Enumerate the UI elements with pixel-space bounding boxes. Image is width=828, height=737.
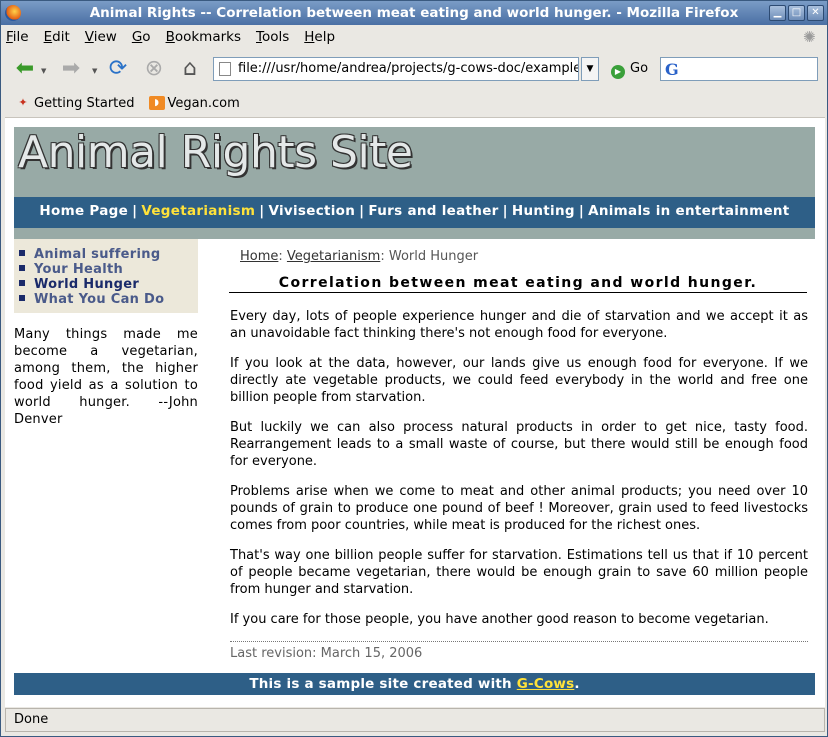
paragraph: If you look at the data, however, our la…	[230, 356, 808, 405]
back-dropdown-icon[interactable]: ▼	[41, 67, 46, 75]
breadcrumb-current: World Hunger	[388, 249, 479, 264]
side-item-animal-suffering[interactable]: Animal suffering	[19, 247, 198, 262]
go-button[interactable]: ▶ Go	[611, 57, 648, 81]
page-icon	[219, 62, 231, 76]
site-title: Animal Rights Site	[18, 127, 413, 178]
side-item-what-you-can-do[interactable]: What You Can Do	[19, 292, 198, 307]
maximize-button[interactable]: □	[788, 5, 805, 21]
menu-tools[interactable]: Tools	[256, 29, 289, 45]
google-logo-icon: G	[665, 60, 679, 79]
nav-furs-and-leather[interactable]: Furs and leather	[368, 203, 498, 219]
breadcrumb: Home: Vegetarianism: World Hunger	[240, 249, 479, 264]
close-button[interactable]: ✕	[807, 5, 824, 21]
rss-feed-icon: ◗	[148, 96, 165, 110]
paragraph: But luckily we can also process natural …	[230, 420, 808, 469]
paragraph: If you care for those people, you have a…	[230, 612, 769, 627]
breadcrumb-home[interactable]: Home	[240, 249, 278, 264]
forward-dropdown-icon[interactable]: ▼	[92, 67, 97, 75]
site-footer: This is a sample site created with G-Cow…	[14, 673, 815, 695]
browser-window: Animal Rights -- Correlation between mea…	[0, 0, 828, 737]
menu-file[interactable]: File	[6, 29, 29, 45]
go-icon: ▶	[611, 65, 625, 79]
nav-animals-in-entertainment[interactable]: Animals in entertainment	[588, 203, 790, 219]
paragraph: Every day, lots of people experience hun…	[230, 309, 808, 341]
url-text: file:///usr/home/andrea/projects/g-cows-…	[238, 61, 579, 76]
menu-view[interactable]: View	[85, 29, 117, 45]
paragraph: That's way one billion people suffer for…	[230, 548, 808, 597]
page-viewport: Animal Rights Site Home Page | Vegetariani…	[5, 117, 825, 707]
minimize-button[interactable]: ▁	[769, 5, 786, 21]
menu-bar: File Edit View Go Bookmarks Tools Help	[1, 25, 827, 49]
back-arrow-icon[interactable]: ⬅	[11, 55, 39, 83]
reload-icon[interactable]: ⟳	[104, 55, 132, 83]
menu-bookmarks[interactable]: Bookmarks	[166, 29, 241, 45]
nav-vivisection[interactable]: Vivisection	[268, 203, 355, 219]
side-item-your-health[interactable]: Your Health	[19, 262, 198, 277]
nav-vegetarianism[interactable]: Vegetarianism	[141, 203, 255, 219]
status-text: Done	[14, 712, 49, 727]
menu-go[interactable]: Go	[132, 29, 151, 45]
search-box[interactable]: G	[660, 57, 818, 81]
paragraph: Problems arise when we come to meat and …	[230, 484, 808, 533]
breadcrumb-vegetarianism[interactable]: Vegetarianism	[287, 249, 380, 264]
firefox-logo-icon	[5, 5, 21, 21]
title-bar: Animal Rights -- Correlation between mea…	[1, 1, 827, 25]
menu-edit[interactable]: Edit	[44, 29, 70, 45]
nav-hunting[interactable]: Hunting	[512, 203, 575, 219]
forward-arrow-icon[interactable]: ➡	[57, 55, 85, 83]
url-bar[interactable]: file:///usr/home/andrea/projects/g-cows-…	[213, 57, 579, 81]
site-header: Animal Rights Site	[14, 127, 815, 197]
status-bar: Done	[5, 708, 825, 732]
url-dropdown-button[interactable]: ▼	[581, 57, 599, 81]
nav-home-page[interactable]: Home Page	[39, 203, 128, 219]
bookmark-getting-started[interactable]: ✦ Getting Started	[15, 96, 134, 111]
side-item-world-hunger[interactable]: World Hunger	[19, 277, 198, 292]
article-body: Every day, lots of people experience hun…	[230, 308, 808, 641]
footer-g-cows-link[interactable]: G-Cows	[517, 676, 575, 692]
firefox-bookmark-icon: ✦	[18, 96, 28, 109]
bookmarks-toolbar: ✦ Getting Started ◗ Vegan.com	[1, 91, 827, 115]
throbber-icon: ✺	[803, 28, 816, 46]
sidebar-quote: Many things made me become a vegetarian,…	[14, 327, 198, 427]
page-title: Correlation between meat eating and worl…	[229, 275, 807, 293]
side-menu: Animal suffering Your Health World Hunge…	[14, 239, 198, 313]
menu-help[interactable]: Help	[304, 29, 335, 45]
bookmark-vegan-com[interactable]: ◗ Vegan.com	[148, 96, 240, 111]
last-revision: Last revision: March 15, 2006	[230, 641, 808, 661]
stop-icon[interactable]: ⊗	[140, 55, 168, 83]
home-icon[interactable]: ⌂	[176, 55, 204, 83]
window-title: Animal Rights -- Correlation between mea…	[89, 5, 739, 21]
top-nav: Home Page | Vegetarianism | Vivisection | Furs…	[39, 203, 790, 219]
